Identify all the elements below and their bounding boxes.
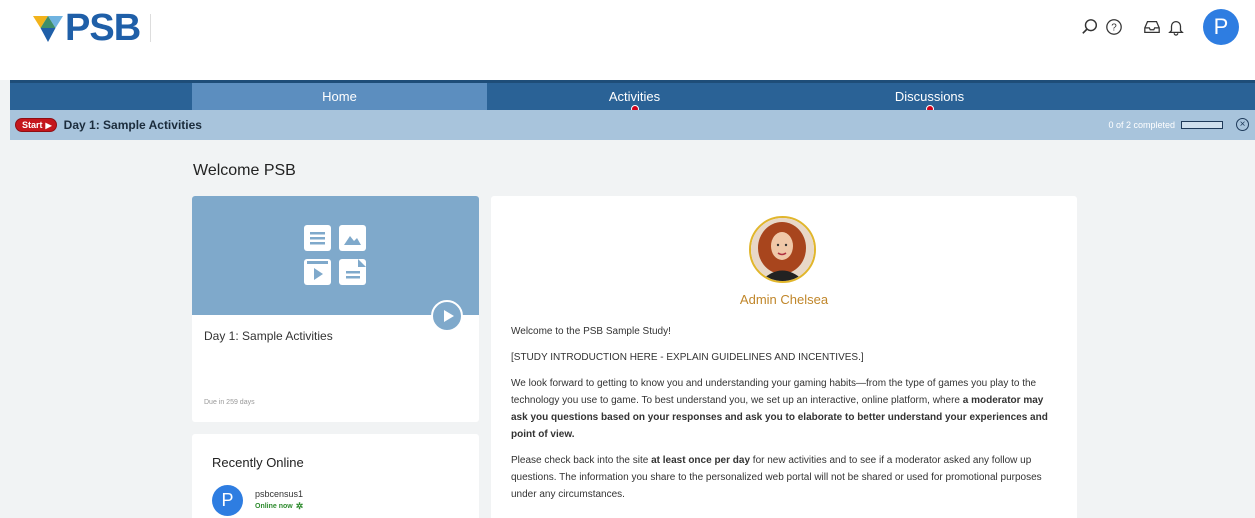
play-icon	[443, 310, 454, 322]
svg-text:?: ?	[1111, 23, 1117, 34]
activity-bar: Start ▶ Day 1: Sample Activities 0 of 2 …	[10, 110, 1255, 140]
user-avatar[interactable]: P	[1203, 9, 1239, 45]
search-icon[interactable]	[1079, 16, 1101, 38]
tab-home-label: Home	[322, 89, 357, 104]
activity-card[interactable]: Day 1: Sample Activities Due in 259 days	[192, 196, 479, 422]
main-nav: Home Activities Discussions	[10, 80, 1255, 113]
tab-discussions[interactable]: Discussions	[782, 83, 1077, 113]
online-user-name[interactable]: psbcensus1	[255, 489, 303, 499]
psb-logo-mark-icon	[33, 16, 63, 42]
activity-due: Due in 259 days	[204, 399, 255, 406]
inbox-icon[interactable]	[1141, 16, 1163, 38]
image-icon	[339, 225, 366, 251]
admin-portrait-icon	[751, 218, 814, 281]
header-divider	[150, 14, 151, 42]
close-icon[interactable]: ×	[1236, 118, 1249, 131]
bell-icon[interactable]	[1165, 16, 1187, 38]
tab-home[interactable]: Home	[192, 83, 487, 110]
admin-avatar[interactable]	[749, 216, 816, 283]
recently-online-card: Recently Online P psbcensus1 Online now …	[192, 434, 479, 518]
intro-paragraph: Welcome to the PSB Sample Study!	[511, 326, 671, 337]
intro-bold-span: at least once per day	[651, 455, 751, 466]
play-button[interactable]	[431, 300, 463, 332]
intro-text-span: Please check back into the site	[511, 455, 652, 466]
page-title: Welcome PSB	[193, 162, 296, 179]
intro-paragraph: [STUDY INTRODUCTION HERE - EXPLAIN GUIDE…	[511, 352, 864, 363]
progress-text: 0 of 2 completed	[1108, 119, 1175, 130]
play-arrow-icon: ▶	[45, 120, 52, 130]
activity-title[interactable]: Day 1: Sample Activities	[64, 118, 202, 132]
activity-media	[192, 196, 479, 315]
header-icons: ? P	[1077, 9, 1239, 45]
activity-progress: 0 of 2 completed ×	[1108, 118, 1249, 131]
top-header: PSB ? P	[0, 0, 1255, 80]
progress-bar	[1181, 120, 1223, 129]
media-types-icon	[304, 225, 366, 285]
online-status: Online now ✲	[255, 501, 303, 512]
tab-activities[interactable]: Activities	[487, 83, 782, 113]
admin-name[interactable]: Admin Chelsea	[491, 292, 1077, 307]
start-button[interactable]: Start ▶	[15, 118, 57, 132]
tab-discussions-label: Discussions	[894, 89, 965, 104]
start-label: Start	[22, 120, 43, 130]
recently-online-title: Recently Online	[212, 455, 304, 470]
psb-logo[interactable]: PSB	[33, 7, 141, 49]
activity-card-title[interactable]: Day 1: Sample Activities	[204, 329, 333, 343]
intro-text: Welcome to the PSB Sample Study! [STUDY …	[511, 323, 1061, 512]
help-icon[interactable]: ?	[1103, 16, 1125, 38]
video-icon	[304, 259, 331, 285]
tab-activities-label: Activities	[608, 89, 661, 104]
online-status-label: Online now	[255, 503, 293, 510]
study-intro-card: Admin Chelsea Welcome to the PSB Sample …	[491, 196, 1077, 518]
logo-text: PSB	[65, 6, 141, 49]
online-user-avatar[interactable]: P	[212, 485, 243, 516]
document-icon	[339, 259, 366, 285]
intro-paragraph: Please check back into the site at least…	[511, 452, 1061, 503]
intro-paragraph: We look forward to getting to know you a…	[511, 375, 1061, 443]
text-list-icon	[304, 225, 331, 251]
intro-text-span: We look forward to getting to know you a…	[511, 378, 1037, 406]
sparkle-icon: ✲	[295, 501, 304, 511]
